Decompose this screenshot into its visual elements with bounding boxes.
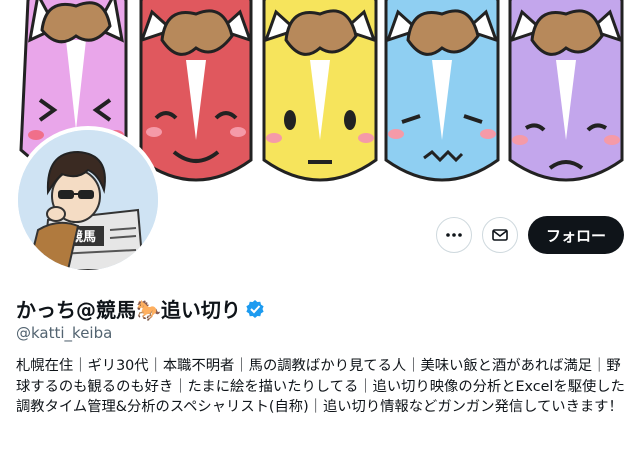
avatar-illustration: 競馬 — [18, 130, 158, 270]
follow-button[interactable]: フォロー — [527, 216, 624, 254]
more-horizontal-icon — [446, 233, 462, 237]
profile-actions: フォロー — [435, 216, 624, 254]
display-name: かっち@競馬🐎追い切り — [16, 298, 241, 322]
horse-purple — [508, 0, 624, 182]
user-handle: @katti_keiba — [16, 324, 113, 342]
envelope-icon — [492, 229, 508, 241]
horse-yellow — [262, 0, 378, 182]
message-button[interactable] — [481, 217, 518, 253]
display-name-row: かっち@競馬🐎追い切り — [16, 294, 265, 323]
profile-avatar[interactable]: 競馬 — [14, 126, 162, 274]
verified-badge-icon[interactable] — [245, 299, 265, 319]
more-button[interactable] — [435, 217, 472, 253]
horse-red — [139, 0, 253, 182]
profile-bio: 札幌在住｜ギリ30代｜本職不明者｜馬の調教ばかり見てる人｜美味い飯と酒があれば満… — [16, 358, 625, 415]
horse-blue — [384, 0, 500, 182]
